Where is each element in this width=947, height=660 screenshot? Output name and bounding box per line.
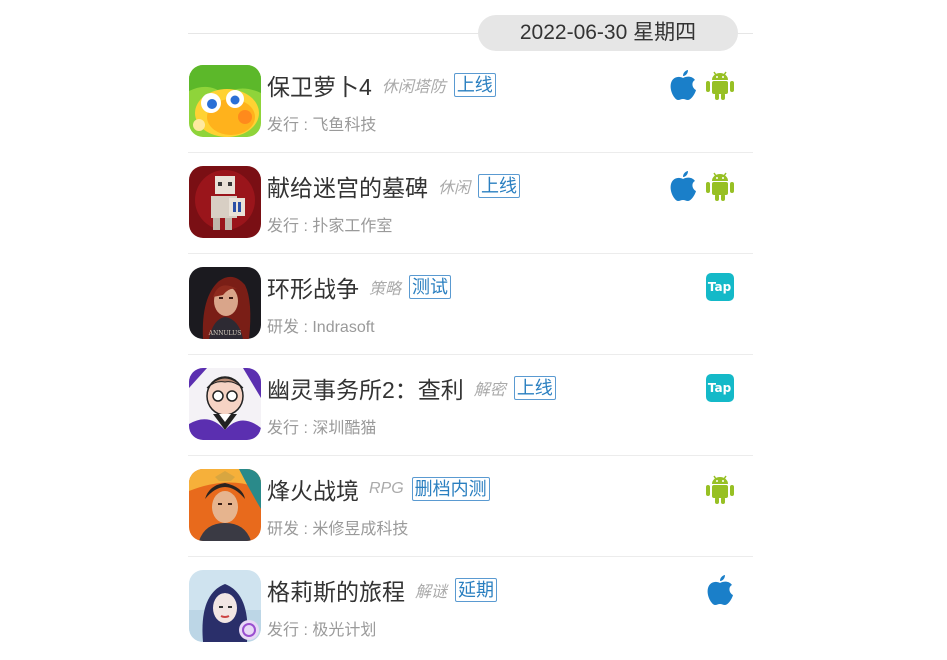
taptap-icon: Tap [704,271,735,302]
credit-separator: : [299,521,313,538]
credit-label: 研发 [267,521,300,538]
publisher-line: 发行 : 飞鱼科技 [267,111,376,135]
credit-separator: : [299,319,313,336]
game-title[interactable]: 保卫萝卜4 [267,68,372,102]
genre-tag: RPG [369,480,404,497]
status-badge: 上线 [453,73,496,97]
tombstone-pixel-icon[interactable] [189,166,261,238]
status-badge: 延期 [455,578,498,602]
credit-separator: : [299,622,313,639]
taptap-label: Tap [705,373,734,402]
list-item[interactable]: 献给迷宫的墓碑 休闲 上线 发行 : 扑家工作室 [188,153,753,254]
annulus-icon[interactable]: ANNULUS [189,267,261,339]
taptap-label: Tap [705,272,734,301]
credit-label: 发行 [267,622,300,639]
publisher-line: 发行 : 扑家工作室 [267,212,392,236]
list-item[interactable]: 保卫萝卜4 休闲塔防 上线 发行 : 飞鱼科技 [188,52,753,153]
credit-value: 飞鱼科技 [312,117,377,134]
gris-journey-icon[interactable] [189,570,261,642]
publisher-line: 发行 : 极光计划 [267,616,376,640]
taptap-icon: Tap [704,372,735,403]
android-icon [704,170,735,201]
credit-value: 深圳酷猫 [312,420,377,437]
credit-label: 发行 [267,218,300,235]
credit-value: 极光计划 [312,622,377,639]
game-title[interactable]: 烽火战境 [267,472,359,506]
android-icon [704,473,735,504]
platform-icons [704,574,735,605]
game-title[interactable]: 格莉斯的旅程 [267,573,405,607]
status-badge: 上线 [478,174,521,198]
credit-value: 米修昱成科技 [312,521,409,538]
genre-tag: 休闲 [438,180,471,197]
credit-label: 研发 [267,319,300,336]
warrior-portrait-icon[interactable] [189,469,261,541]
credit-value: 扑家工作室 [312,218,393,235]
game-title[interactable]: 幽灵事务所2：查利 [267,371,464,405]
list-item[interactable]: ANNULUS 环形战争 策略 测试 研发 : Indrasoft Tap [188,254,753,355]
platform-icons: Tap [704,271,735,302]
credit-separator: : [299,218,313,235]
genre-tag: 休闲塔防 [381,79,446,96]
publisher-line: 研发 : 米修昱成科技 [267,515,408,539]
publisher-line: 发行 : 深圳酷猫 [267,414,376,438]
status-badge: 上线 [513,376,556,400]
list-item[interactable]: 幽灵事务所2：查利 解密 上线 发行 : 深圳酷猫 Tap [188,355,753,456]
game-title[interactable]: 献给迷宫的墓碑 [267,169,428,203]
credit-separator: : [299,420,313,437]
apple-icon [667,170,698,201]
credit-label: 发行 [267,117,300,134]
list-item[interactable]: 烽火战境 RPG 删档内测 研发 : 米修昱成科技 [188,456,753,557]
credit-value: Indrasoft [312,319,375,336]
android-icon [704,69,735,100]
genre-tag: 解密 [473,382,506,399]
icon-caption: ANNULUS [208,330,242,337]
status-badge: 测试 [409,275,452,299]
platform-icons [667,170,735,201]
apple-icon [667,69,698,100]
carrot-game-icon[interactable] [189,65,261,137]
genre-tag: 解谜 [415,584,448,601]
credit-label: 发行 [267,420,300,437]
ghost-office-icon[interactable] [189,368,261,440]
credit-separator: : [299,117,313,134]
game-list: 保卫萝卜4 休闲塔防 上线 发行 : 飞鱼科技 献给迷宫的墓碑 休闲 上线 发行… [188,52,753,658]
status-badge: 删档内测 [411,477,490,501]
platform-icons [667,69,735,100]
game-title[interactable]: 环形战争 [267,270,359,304]
platform-icons: Tap [704,372,735,403]
publisher-line: 研发 : Indrasoft [267,313,375,337]
date-badge: 2022-06-30 星期四 [478,15,738,51]
genre-tag: 策略 [369,281,402,298]
apple-icon [704,574,735,605]
list-item[interactable]: 格莉斯的旅程 解谜 延期 发行 : 极光计划 [188,557,753,658]
platform-icons [704,473,735,504]
